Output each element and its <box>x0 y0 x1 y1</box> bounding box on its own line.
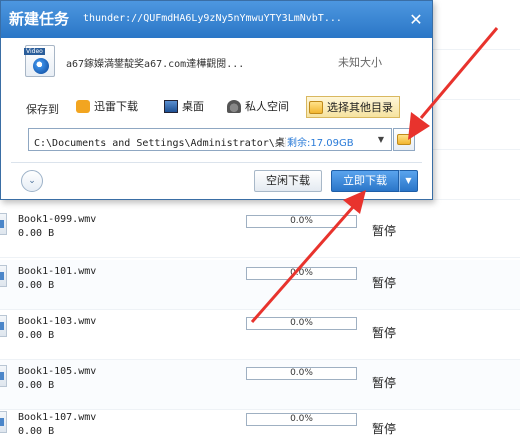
file-size: 0.00 B <box>18 426 55 437</box>
file-name: Book1-107.wmv <box>18 412 97 423</box>
file-icon <box>0 315 7 337</box>
file-icon <box>0 213 7 235</box>
progress-bar: 0.0% <box>246 367 357 380</box>
file-size: 0.00 B <box>18 380 55 391</box>
save-path-combobox[interactable]: C:\Documents and Settings\Administrator\… <box>28 128 392 151</box>
file-icon <box>0 411 7 433</box>
expand-options-icon[interactable]: ⌄ <box>21 170 43 192</box>
download-now-button[interactable]: 立即下载 <box>331 170 399 192</box>
file-name: Book1-099.wmv <box>18 214 97 225</box>
task-file-name[interactable]: a67鎵嬫満鐢靛奖a67.com達樺觀閱... <box>66 55 244 70</box>
download-options-dropdown[interactable]: ▼ <box>399 170 418 192</box>
new-task-dialog: 新建任务 thunder://QUFmdHA6Ly9zNy5nYmwuYTY3L… <box>0 0 433 200</box>
list-item[interactable]: Book1-101.wmv 0.00 B 0.0% 暂停 <box>0 260 520 310</box>
pause-button[interactable]: 暂停 <box>372 274 396 291</box>
free-space-label: 剩余:17.09GB <box>287 138 354 149</box>
file-icon <box>0 265 7 287</box>
file-size: 0.00 B <box>18 330 55 341</box>
location-xunlei-download[interactable]: 迅雷下载 <box>74 96 138 118</box>
close-icon[interactable]: ✕ <box>406 10 426 30</box>
divider <box>11 162 422 163</box>
video-badge: Video <box>24 48 45 55</box>
list-item[interactable]: Book1-103.wmv 0.00 B 0.0% 暂停 <box>0 310 520 360</box>
progress-label: 0.0% <box>290 318 313 328</box>
progress-label: 0.0% <box>290 268 313 278</box>
location-label: 桌面 <box>182 100 204 113</box>
dropdown-arrow-icon[interactable]: ▼ <box>375 133 387 147</box>
pause-button[interactable]: 暂停 <box>372 222 396 239</box>
folder-icon <box>309 101 323 114</box>
file-icon <box>0 365 7 387</box>
dialog-title-bar[interactable]: 新建任务 thunder://QUFmdHA6Ly9zNy5nYmwuYTY3L… <box>1 1 432 38</box>
progress-label: 0.0% <box>290 368 313 378</box>
file-size: 0.00 B <box>18 280 55 291</box>
progress-bar: 0.0% <box>246 413 357 426</box>
progress-label: 0.0% <box>290 216 313 226</box>
folder-icon <box>397 134 411 145</box>
pause-button[interactable]: 暂停 <box>372 374 396 391</box>
save-to-label: 保存到 <box>26 103 59 116</box>
location-label: 选择其他目录 <box>327 101 393 114</box>
file-size: 0.00 B <box>18 228 55 239</box>
video-file-icon: Video <box>24 45 55 77</box>
xunlei-icon <box>76 100 90 113</box>
browse-folder-button[interactable] <box>393 128 415 151</box>
idle-download-button[interactable]: 空闲下载 <box>254 170 322 192</box>
pause-button[interactable]: 暂停 <box>372 324 396 341</box>
list-item[interactable]: Book1-099.wmv 0.00 B 0.0% 暂停 <box>0 208 520 258</box>
location-label: 私人空间 <box>245 100 289 113</box>
file-name: Book1-103.wmv <box>18 316 97 327</box>
dialog-title: 新建任务 <box>9 10 70 28</box>
desktop-icon <box>164 100 178 113</box>
file-name: Book1-101.wmv <box>18 266 97 277</box>
location-other-directory[interactable]: 选择其他目录 <box>306 96 400 118</box>
location-private-space[interactable]: 私人空间 <box>225 96 289 118</box>
progress-label: 0.0% <box>290 414 313 424</box>
list-item[interactable]: Book1-105.wmv 0.00 B 0.0% 暂停 <box>0 360 520 410</box>
file-name: Book1-105.wmv <box>18 366 97 377</box>
list-item[interactable]: Book1-107.wmv 0.00 B 0.0% 暂停 <box>0 406 520 438</box>
progress-bar: 0.0% <box>246 317 357 330</box>
progress-bar: 0.0% <box>246 215 357 228</box>
pause-button[interactable]: 暂停 <box>372 420 396 437</box>
location-desktop[interactable]: 桌面 <box>162 96 204 118</box>
save-path-text: C:\Documents and Settings\Administrator\… <box>34 138 286 149</box>
task-file-size: 未知大小 <box>338 56 382 69</box>
video-swirl-icon <box>33 58 49 74</box>
location-label: 迅雷下载 <box>94 100 138 113</box>
progress-bar: 0.0% <box>246 267 357 280</box>
task-url: thunder://QUFmdHA6Ly9zNy5nYmwuYTY3LmNvbT… <box>83 13 342 24</box>
private-space-icon <box>227 100 241 113</box>
